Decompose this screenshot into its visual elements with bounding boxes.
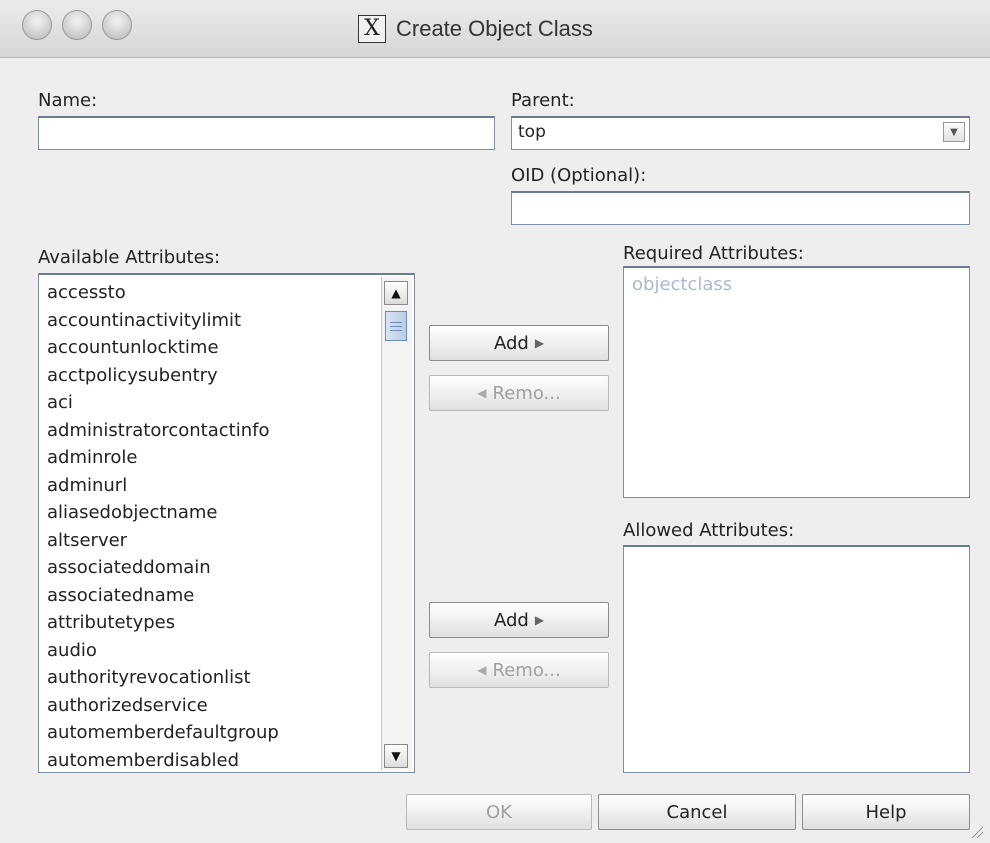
parent-label: Parent: (511, 90, 575, 111)
name-input[interactable] (38, 116, 495, 150)
add-required-button[interactable]: Add ▶ (429, 325, 609, 361)
minimize-window-button[interactable] (62, 10, 92, 40)
remove-allowed-label: Remo... (492, 659, 561, 681)
list-item[interactable]: altserver (47, 527, 378, 555)
list-item[interactable]: attributetypes (47, 609, 378, 637)
list-item[interactable]: authorityrevocationlist (47, 664, 378, 692)
scroll-down-icon[interactable]: ▼ (384, 744, 408, 768)
help-button[interactable]: Help (802, 794, 970, 830)
list-item[interactable]: aci (47, 389, 378, 417)
zoom-window-button[interactable] (102, 10, 132, 40)
list-item[interactable]: accountunlocktime (47, 334, 378, 362)
list-item[interactable]: authorizedservice (47, 692, 378, 720)
allowed-attributes-label: Allowed Attributes: (623, 520, 795, 541)
arrow-left-icon: ◀ (477, 663, 487, 677)
available-attributes-list[interactable]: accessto accountinactivitylimit accountunl… (38, 273, 415, 773)
cancel-button[interactable]: Cancel (598, 794, 796, 830)
list-item[interactable]: automemberdisabled (47, 747, 378, 773)
required-attributes-list[interactable]: objectclass (623, 266, 970, 498)
list-item[interactable]: associateddomain (47, 554, 378, 582)
ok-button[interactable]: OK (406, 794, 592, 830)
x11-icon: X (358, 15, 386, 43)
arrow-right-icon: ▶ (534, 613, 545, 627)
oid-input[interactable] (511, 191, 970, 225)
add-allowed-label: Add (493, 609, 529, 631)
window-title: Create Object Class (396, 16, 593, 41)
list-item[interactable]: administratorcontactinfo (47, 417, 378, 445)
allowed-attributes-list[interactable] (623, 545, 970, 773)
arrow-right-icon: ▶ (534, 336, 545, 350)
list-item[interactable]: adminrole (47, 444, 378, 472)
required-attributes-label: Required Attributes: (623, 243, 804, 264)
list-item[interactable]: audio (47, 637, 378, 665)
parent-select[interactable]: top ▼ (511, 116, 970, 150)
arrow-left-icon: ◀ (477, 386, 487, 400)
available-attributes-items: accessto accountinactivitylimit accountunl… (47, 279, 378, 773)
parent-select-value: top (518, 122, 546, 142)
oid-label: OID (Optional): (511, 165, 647, 186)
window-title-group: X Create Object Class (358, 14, 593, 44)
list-item[interactable]: acctpolicysubentry (47, 362, 378, 390)
list-item[interactable]: accountinactivitylimit (47, 307, 378, 335)
list-item[interactable]: accessto (47, 279, 378, 307)
list-item[interactable]: adminurl (47, 472, 378, 500)
resize-grip-icon[interactable] (970, 825, 984, 839)
available-attributes-label: Available Attributes: (38, 247, 221, 268)
title-bar[interactable]: X Create Object Class (0, 0, 990, 58)
remove-required-button[interactable]: ◀ Remo... (429, 375, 609, 411)
list-item[interactable]: objectclass (632, 274, 732, 295)
list-item[interactable]: associatedname (47, 582, 378, 610)
remove-required-label: Remo... (492, 382, 561, 404)
list-item[interactable]: aliasedobjectname (47, 499, 378, 527)
scroll-up-icon[interactable]: ▲ (384, 281, 408, 305)
scroll-thumb[interactable] (385, 311, 407, 341)
add-allowed-button[interactable]: Add ▶ (429, 602, 609, 638)
name-label: Name: (38, 90, 98, 111)
add-required-label: Add (493, 332, 529, 354)
chevron-down-icon[interactable]: ▼ (943, 122, 965, 142)
remove-allowed-button[interactable]: ◀ Remo... (429, 652, 609, 688)
close-window-button[interactable] (22, 10, 52, 40)
available-attributes-scrollbar[interactable]: ▲ ▼ (381, 277, 412, 770)
list-item[interactable]: automemberdefaultgroup (47, 719, 378, 747)
